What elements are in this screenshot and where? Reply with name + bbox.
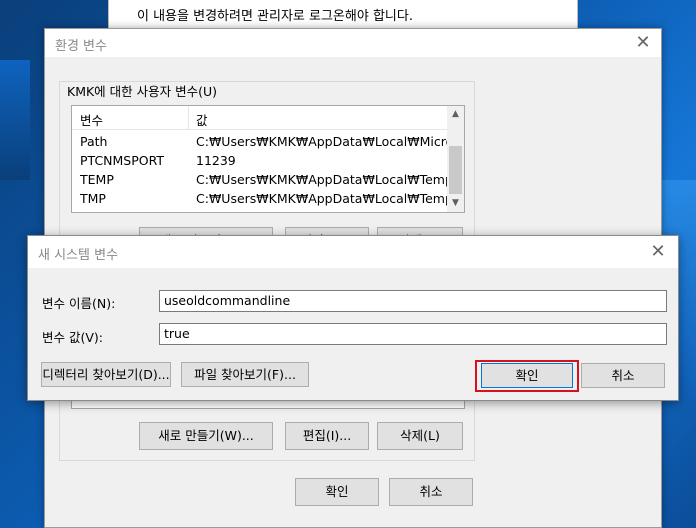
- admin-notice-text: 이 내용을 변경하려면 관리자로 로그온해야 합니다.: [137, 9, 413, 24]
- variable-value: 11239: [196, 153, 236, 168]
- system-new-button[interactable]: 새로 만들기(W)...: [139, 422, 273, 450]
- new-system-variable-dialog: 새 시스템 변수 ✕ 변수 이름(N): useoldcommandline 변…: [27, 235, 679, 401]
- variable-value-field[interactable]: true: [159, 323, 667, 345]
- variable-value: C:₩Users₩KMK₩AppData₩Local₩Microsof...: [196, 134, 465, 149]
- list-item[interactable]: TMP C:₩Users₩KMK₩AppData₩Local₩Temp: [72, 189, 453, 208]
- variable-value: C:₩Users₩KMK₩AppData₩Local₩Temp: [196, 191, 453, 206]
- scroll-thumb[interactable]: [449, 146, 462, 194]
- env-cancel-button[interactable]: 취소: [389, 478, 473, 506]
- variable-name: PTCNMSPORT: [80, 153, 165, 168]
- variable-name-field[interactable]: useoldcommandline: [159, 290, 667, 312]
- variable-name: TMP: [80, 191, 106, 206]
- column-header-variable[interactable]: 변수: [80, 110, 103, 129]
- variable-name: TEMP: [80, 172, 114, 187]
- user-variables-label: KMK에 대한 사용자 변수(U): [67, 84, 218, 99]
- variable-value-label: 변수 값(V):: [42, 330, 103, 345]
- variable-value: C:₩Users₩KMK₩AppData₩Local₩Temp: [196, 172, 453, 187]
- list-header: 변수 값: [72, 106, 447, 130]
- desktop-background-left: [0, 60, 30, 180]
- scroll-down-icon[interactable]: ▼: [447, 195, 464, 212]
- env-dialog-title: 환경 변수: [55, 39, 107, 54]
- system-delete-button[interactable]: 삭제(L): [377, 422, 463, 450]
- env-dialog-titlebar: 환경 변수 ✕: [45, 29, 661, 57]
- cancel-button[interactable]: 취소: [581, 363, 665, 388]
- list-item[interactable]: PTCNMSPORT 11239: [72, 151, 447, 170]
- variable-name: Path: [80, 134, 108, 149]
- scroll-up-icon[interactable]: ▲: [447, 106, 464, 123]
- column-divider[interactable]: [188, 106, 189, 130]
- browse-directory-button[interactable]: 디렉터리 찾아보기(D)...: [41, 362, 171, 387]
- browse-file-button[interactable]: 파일 찾아보기(F)...: [181, 362, 309, 387]
- system-edit-button[interactable]: 편집(I)...: [285, 422, 369, 450]
- ok-button-highlight: [475, 360, 579, 392]
- new-dialog-titlebar: 새 시스템 변수 ✕: [28, 236, 678, 268]
- close-icon[interactable]: ✕: [646, 240, 670, 264]
- list-scrollbar[interactable]: ▲ ▼: [447, 106, 464, 212]
- list-item[interactable]: TEMP C:₩Users₩KMK₩AppData₩Local₩Temp: [72, 170, 453, 189]
- new-dialog-title: 새 시스템 변수: [38, 248, 119, 263]
- user-variables-list[interactable]: 변수 값 Path C:₩Users₩KMK₩AppData₩Local₩Mic…: [71, 105, 465, 213]
- column-header-value[interactable]: 값: [196, 110, 208, 129]
- env-ok-button[interactable]: 확인: [295, 478, 379, 506]
- variable-name-label: 변수 이름(N):: [42, 296, 116, 311]
- close-icon[interactable]: ✕: [631, 31, 655, 55]
- list-item[interactable]: Path C:₩Users₩KMK₩AppData₩Local₩Microsof…: [72, 132, 464, 151]
